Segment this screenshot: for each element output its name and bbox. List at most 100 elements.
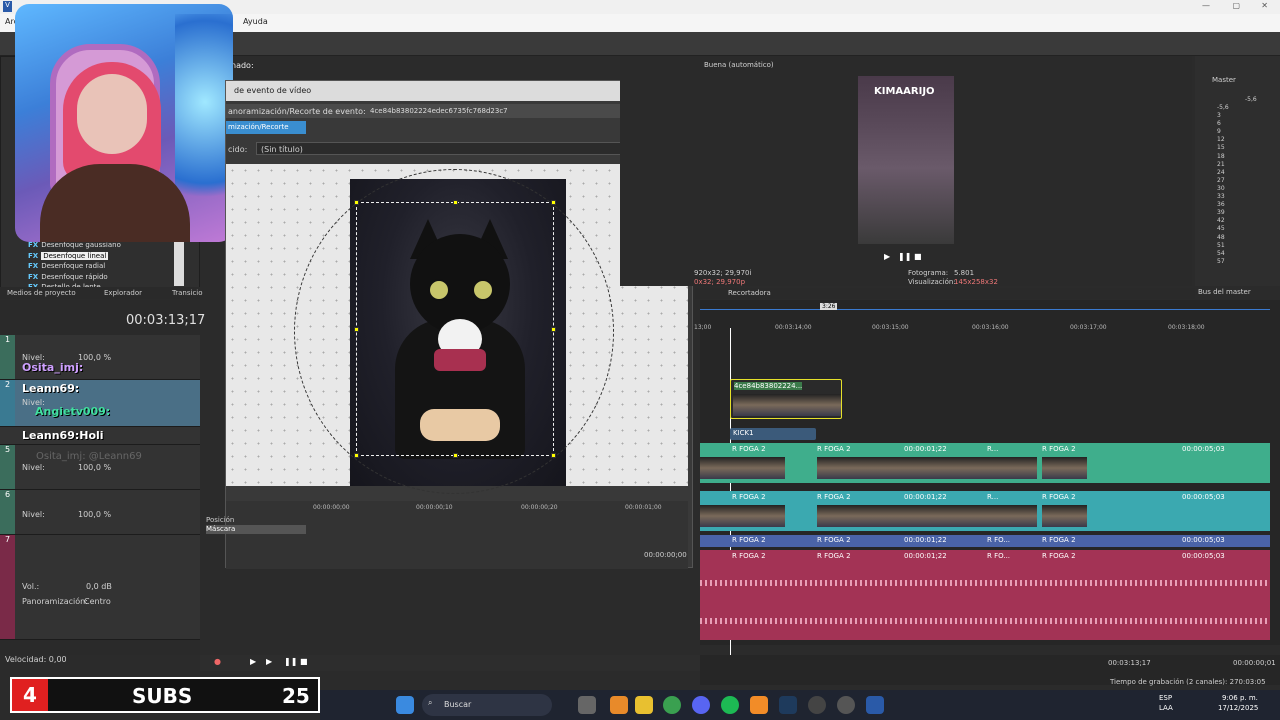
level-value[interactable]: 100,0 % xyxy=(78,510,111,519)
crop-handle[interactable] xyxy=(354,453,359,458)
left-timecode: 00:03:13;17 xyxy=(126,313,206,328)
clip-thumbnail xyxy=(1042,457,1087,479)
level-label: Nivel: xyxy=(22,463,45,472)
timeline-ruler: 13;00 00:03:14;00 00:03:15;00 00:03:16;0… xyxy=(694,324,1205,331)
loop-region[interactable] xyxy=(700,305,1270,310)
stop-icon[interactable]: ■ xyxy=(914,252,922,261)
app-icon[interactable] xyxy=(750,696,768,714)
crop-handle[interactable] xyxy=(453,200,458,205)
event-id: 4ce84b83802224edec6735fc768d23c7 xyxy=(370,107,508,115)
level-value[interactable]: 100,0 % xyxy=(78,463,111,472)
preset-select[interactable]: (Sin título) ▾ xyxy=(256,142,651,155)
video-preview-panel: Buena (automático) KIMAARIJO ▶ ❚❚ ■ 920x… xyxy=(620,56,1192,286)
fx-scrollbar[interactable] xyxy=(174,240,184,286)
audio-track[interactable]: R FOGA 2 R FOGA 2 00:00:01;22 R FO... R … xyxy=(700,550,1270,640)
clock-date[interactable]: 17/12/2025 xyxy=(1218,704,1258,712)
track-header[interactable]: 5 Osita_imj: @Leann69 Nivel: 100,0 % xyxy=(0,445,200,490)
master-title: Master xyxy=(1212,76,1236,84)
preview-quality-select[interactable]: Buena (automático) xyxy=(704,61,774,69)
vegas-icon[interactable] xyxy=(866,696,884,714)
timeline-clip[interactable]: KICK1 xyxy=(730,428,816,440)
play-icon[interactable]: ▶ xyxy=(250,657,256,666)
waveform xyxy=(700,618,1270,624)
clip-thumbnail xyxy=(700,457,785,479)
timeline[interactable]: 3:26 13;00 00:03:14;00 00:03:15;00 00:03… xyxy=(694,300,1280,668)
event-header: anoramización/Recorte de evento: 4ce84b8… xyxy=(226,104,688,118)
webcam-overlay xyxy=(15,4,233,242)
master-bus-label: Bus del master xyxy=(1198,288,1251,296)
timeline-status: 00:03:13;17 00:00:00;01 Tiempo de grabac… xyxy=(700,655,1280,686)
crop-handle[interactable] xyxy=(453,453,458,458)
track-header[interactable]: 2 Leann69: Nivel: Angietv009: xyxy=(0,380,200,427)
maximize-icon[interactable]: ▢ xyxy=(1232,1,1240,10)
minimize-icon[interactable]: — xyxy=(1202,1,1210,10)
pan-value[interactable]: Centro xyxy=(84,597,111,606)
windows-start-icon[interactable] xyxy=(396,696,414,714)
track-header[interactable]: 6 Nivel: 100,0 % xyxy=(0,490,200,535)
app-icon: V xyxy=(3,1,12,12)
menu-item-ayuda[interactable]: Ayuda xyxy=(243,17,268,26)
crop-handle[interactable] xyxy=(551,327,556,332)
crop-handle[interactable] xyxy=(551,200,556,205)
tab-pan-crop[interactable]: mización/Recorte xyxy=(226,121,306,134)
obs-icon[interactable] xyxy=(808,696,826,714)
clock-time[interactable]: 9:06 p. m. xyxy=(1222,694,1258,702)
stop-icon[interactable]: ■ xyxy=(300,657,308,666)
prop-mask[interactable]: Máscara xyxy=(206,525,306,534)
video-track[interactable]: R FOGA 2 R FOGA 2 00:00:01;22 R... R FOG… xyxy=(700,491,1270,531)
tab-trimmer[interactable]: Recortadora xyxy=(728,289,771,297)
language-indicator[interactable]: ESP xyxy=(1159,694,1172,702)
spotify-icon[interactable] xyxy=(721,696,739,714)
app-icon[interactable] xyxy=(837,696,855,714)
volume-value[interactable]: 0,0 dB xyxy=(86,582,112,591)
file-explorer-icon[interactable] xyxy=(635,696,653,714)
left-tabs: Medios de proyecto Explorador Transicio xyxy=(0,287,203,299)
list-item[interactable]: FX Desenfoque radial xyxy=(28,261,188,272)
track-header[interactable]: Leann69:Holi xyxy=(0,427,200,445)
discord-icon[interactable] xyxy=(692,696,710,714)
meter-scale: -5,6 3 6 9 12 15 18 21 24 27 30 33 36 39… xyxy=(1217,104,1229,265)
panel-label: nado: xyxy=(231,61,254,70)
photoshop-icon[interactable] xyxy=(779,696,797,714)
event-label: anoramización/Recorte de evento: xyxy=(228,107,366,116)
play-from-start-icon[interactable]: ▶ xyxy=(266,657,272,666)
tab-media[interactable]: Medios de proyecto xyxy=(7,289,76,297)
tab-explorer[interactable]: Explorador xyxy=(104,289,142,297)
timeline-marker[interactable]: 3:26 xyxy=(820,303,838,310)
audio-clip-header[interactable]: R FOGA 2 R FOGA 2 00:00:01;22 R FO... R … xyxy=(700,535,1270,547)
chrome-icon[interactable] xyxy=(663,696,681,714)
track-number: 5 xyxy=(0,445,15,489)
task-view-icon[interactable] xyxy=(578,696,596,714)
pan-crop-canvas[interactable] xyxy=(226,164,688,494)
pause-icon[interactable]: ❚❚ xyxy=(284,657,297,666)
crop-handle[interactable] xyxy=(354,200,359,205)
clip-thumbnail xyxy=(733,394,841,416)
close-icon[interactable]: ✕ xyxy=(1261,1,1268,10)
play-icon[interactable]: ▶ xyxy=(884,252,890,261)
track-header[interactable]: 1 Nivel: 100,0 % Osita_imj: xyxy=(0,335,200,380)
track-number: 2 xyxy=(0,380,15,426)
taskbar: ⌕ Buscar ESP LAA 9:06 p. m. 17/12/2025 xyxy=(320,690,1280,720)
clip-thumbnail xyxy=(1042,505,1087,527)
audio-track-header[interactable]: 7 Vol.: 0,0 dB Panoramización: Centro xyxy=(0,535,200,640)
video-track[interactable]: R FOGA 2 R FOGA 2 00:00:01;22 R... R FOG… xyxy=(700,443,1270,483)
frame-value: 5.801 xyxy=(954,269,975,277)
list-item[interactable]: FX Desenfoque rápido xyxy=(28,272,188,283)
vlc-icon[interactable] xyxy=(610,696,628,714)
clip-thumbnail xyxy=(817,505,1037,527)
preview-overlay-text: KIMAARIJO xyxy=(874,86,935,97)
keyboard-layout[interactable]: LAA xyxy=(1159,704,1173,712)
crop-handle[interactable] xyxy=(354,327,359,332)
pause-icon[interactable]: ❚❚ xyxy=(898,252,911,261)
preview-tabbar: Recortadora xyxy=(695,288,1195,299)
display-label: Visualización: xyxy=(908,278,956,286)
crop-handle[interactable] xyxy=(551,453,556,458)
taskbar-search[interactable]: ⌕ Buscar xyxy=(422,694,552,716)
record-icon[interactable]: ● xyxy=(214,657,221,666)
tab-transitions[interactable]: Transicio xyxy=(172,289,203,297)
preview-video: KIMAARIJO xyxy=(858,76,954,244)
list-item[interactable]: FX Desenfoque lineal xyxy=(28,251,188,262)
timeline-clip[interactable]: 4ce84b83802224... xyxy=(730,379,842,419)
meter-peak: -5,6 xyxy=(1245,96,1257,103)
crop-rectangle[interactable] xyxy=(354,200,556,458)
